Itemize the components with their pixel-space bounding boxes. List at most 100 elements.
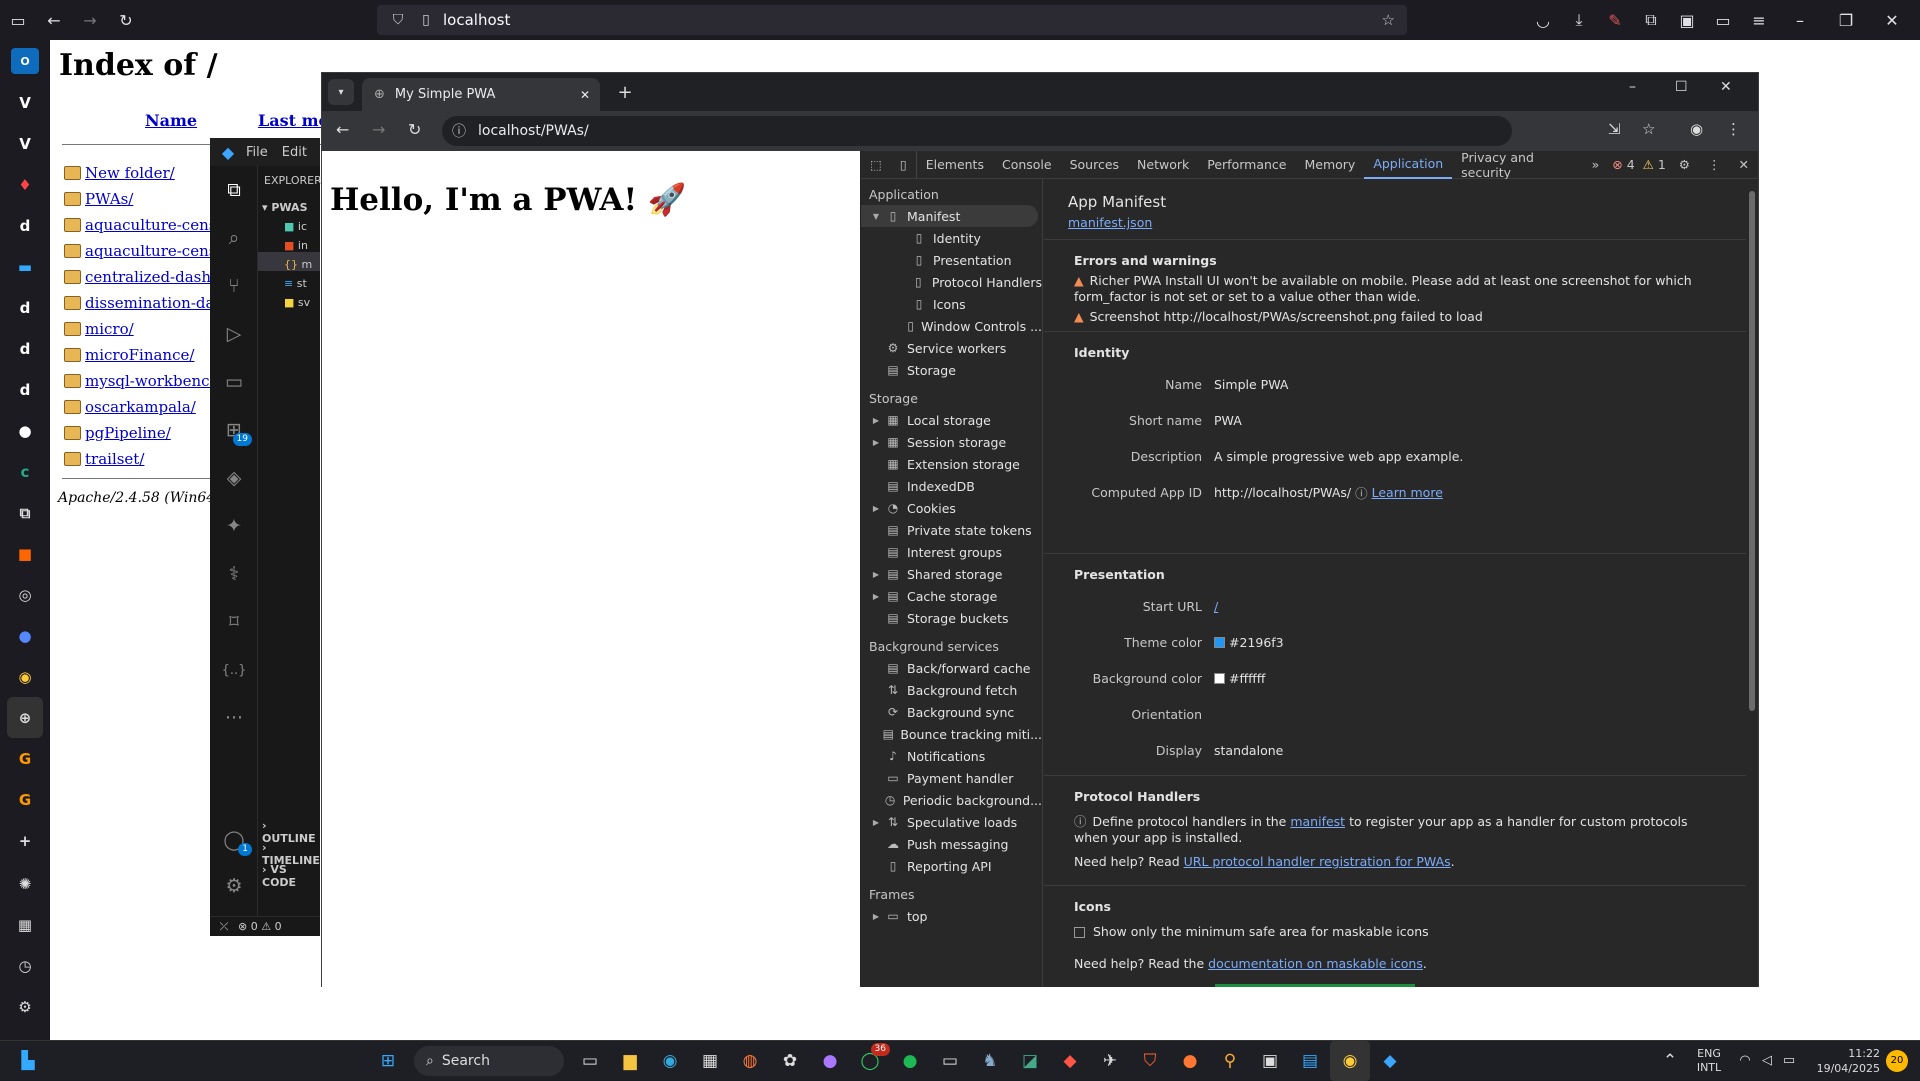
manifest-link[interactable]: manifest bbox=[1290, 814, 1345, 829]
minimize-icon[interactable]: – bbox=[1777, 0, 1823, 40]
docker-icon[interactable]: ◈ bbox=[210, 454, 258, 502]
more-tabs-icon[interactable]: » bbox=[1583, 151, 1609, 179]
d-app-icon[interactable]: d bbox=[0, 369, 50, 410]
vscode-panel[interactable]: › VS CODE bbox=[262, 863, 320, 889]
tab-sources[interactable]: Sources bbox=[1061, 151, 1128, 179]
chatgpt-icon[interactable]: ✿ bbox=[770, 1041, 810, 1081]
volume-icon[interactable]: ◁ bbox=[1756, 1041, 1778, 1081]
expand-arrow-icon[interactable]: ▼ bbox=[869, 212, 883, 221]
search-app-icon[interactable]: ⚲ bbox=[1210, 1041, 1250, 1081]
expand-arrow-icon[interactable]: ▶ bbox=[869, 912, 883, 921]
install-app-icon[interactable]: ⇲ bbox=[1608, 120, 1621, 138]
sidebar-item[interactable]: ▼ ▯ Manifest bbox=[861, 205, 1038, 227]
remote-explorer-icon[interactable]: ▭ bbox=[210, 358, 258, 406]
sidebar-item[interactable]: ▶ ▭ top bbox=[861, 905, 1042, 927]
maskable-checkbox[interactable] bbox=[1074, 927, 1085, 938]
app-icon[interactable]: ■ bbox=[0, 533, 50, 574]
accounts-icon[interactable]: ◯ 1 bbox=[210, 816, 258, 864]
sidebar-item[interactable]: ▯ Identity bbox=[861, 227, 1042, 249]
start-icon[interactable]: ⊞ bbox=[368, 1041, 408, 1081]
sidebar-toggle-icon[interactable]: ▭ bbox=[0, 0, 36, 40]
settings-icon[interactable]: ⚙ bbox=[0, 986, 50, 1027]
minimize-icon[interactable]: – bbox=[1629, 79, 1636, 95]
menu-file[interactable]: File bbox=[246, 145, 268, 160]
devtools-scrollbar[interactable] bbox=[1746, 179, 1758, 987]
bookmark-star-icon[interactable]: ☆ bbox=[1382, 11, 1395, 29]
chrome-icon[interactable]: ◉ bbox=[0, 656, 50, 697]
warning-icon[interactable]: ⚠ bbox=[261, 920, 271, 933]
tab-memory[interactable]: Memory bbox=[1295, 151, 1364, 179]
chrome-omnibox[interactable]: ⓘ localhost/PWAs/ bbox=[442, 116, 1512, 146]
copilot-icon[interactable]: ✦ bbox=[210, 502, 258, 550]
learn-more-link[interactable]: Learn more bbox=[1372, 485, 1443, 500]
file-item[interactable]: ≡ st bbox=[258, 271, 320, 290]
file-item[interactable]: {} m bbox=[258, 252, 320, 271]
app-icon[interactable]: ▬ bbox=[0, 246, 50, 287]
c-app-icon[interactable]: c bbox=[0, 451, 50, 492]
name-column-header[interactable]: Name bbox=[145, 111, 197, 130]
start-url-link[interactable]: / bbox=[1214, 599, 1218, 614]
forward-icon[interactable]: → bbox=[72, 0, 108, 40]
error-icon[interactable]: ⊗ bbox=[238, 920, 247, 933]
vscode-icon[interactable]: ◆ bbox=[1370, 1041, 1410, 1081]
postgres-icon[interactable]: ♞ bbox=[970, 1041, 1010, 1081]
extensions-icon[interactable]: ⊞ 19 bbox=[210, 406, 258, 454]
sidebar-item[interactable]: ♪ Notifications bbox=[861, 745, 1042, 767]
close-icon[interactable]: ✕ bbox=[1869, 0, 1915, 40]
firefox-url-bar[interactable]: ⛉ ▯ localhost ☆ bbox=[377, 5, 1407, 35]
sidebar-item[interactable]: ▤ Interest groups bbox=[861, 541, 1042, 563]
tab-my-simple-pwa[interactable]: ⊕ My Simple PWA ✕ bbox=[362, 78, 600, 111]
tab-console[interactable]: Console bbox=[993, 151, 1061, 179]
source-control-icon[interactable]: ⑂ bbox=[210, 262, 258, 310]
widgets-icon[interactable]: ▙ bbox=[8, 1041, 48, 1081]
site-info-icon[interactable]: ⓘ bbox=[452, 121, 466, 141]
app-icon[interactable]: ▣ bbox=[1250, 1041, 1290, 1081]
profile-icon[interactable]: ◉ bbox=[1690, 120, 1703, 138]
inspect-icon[interactable]: ⬚ bbox=[861, 151, 891, 179]
sidebar-item[interactable]: ▤ IndexedDB bbox=[861, 475, 1042, 497]
maximize-icon[interactable]: ☐ bbox=[1675, 79, 1688, 95]
chrome-icon[interactable]: ◉ bbox=[1330, 1040, 1370, 1081]
flame-icon[interactable]: ♦ bbox=[0, 164, 50, 205]
globe-icon[interactable]: ⊕ bbox=[7, 697, 43, 738]
sidebar-item[interactable]: ▦ Extension storage bbox=[861, 453, 1042, 475]
json-icon[interactable]: {..} bbox=[210, 646, 258, 694]
containers-icon[interactable]: ▣ bbox=[1669, 0, 1705, 40]
sidebar-item[interactable]: ▯ Reporting API bbox=[861, 855, 1042, 877]
add-icon[interactable]: + bbox=[0, 820, 50, 861]
file-item[interactable]: ■ sv bbox=[258, 290, 320, 309]
device-toggle-icon[interactable]: ▯ bbox=[891, 150, 917, 179]
sidebar-item[interactable]: ▯ Presentation bbox=[861, 249, 1042, 271]
postman-icon[interactable]: ● bbox=[1170, 1041, 1210, 1081]
app-icon[interactable]: G bbox=[0, 738, 50, 779]
folder-pwas[interactable]: ▾ PWAS bbox=[258, 187, 320, 214]
edge-icon[interactable]: ◉ bbox=[650, 1041, 690, 1081]
outlook-icon[interactable]: O bbox=[11, 48, 39, 74]
bookmark-star-icon[interactable]: ☆ bbox=[1642, 120, 1655, 138]
taskbar-search[interactable]: ⌕ Search bbox=[414, 1045, 564, 1076]
sidebar-item[interactable]: ▯ Icons bbox=[861, 293, 1042, 315]
sidebar-item[interactable]: ▤ Back/forward cache bbox=[861, 657, 1042, 679]
pocket-icon[interactable]: ◡ bbox=[1525, 0, 1561, 40]
vivaldi-icon[interactable]: V bbox=[0, 123, 50, 164]
restore-icon[interactable]: ❐ bbox=[1823, 0, 1869, 40]
tab-network[interactable]: Network bbox=[1128, 151, 1198, 179]
back-icon[interactable]: ← bbox=[336, 120, 349, 139]
sidebar-item[interactable]: ▶ ⇅ Speculative loads bbox=[861, 811, 1042, 833]
maskable-icons-doc-link[interactable]: documentation on maskable icons bbox=[1208, 956, 1423, 971]
sidebar-item[interactable]: ▭ Payment handler bbox=[861, 767, 1042, 789]
sidebar-item[interactable]: ☁ Push messaging bbox=[861, 833, 1042, 855]
sidebar-item[interactable]: ▶ ▦ Local storage bbox=[861, 409, 1042, 431]
puzzle-icon[interactable]: ⧉ bbox=[0, 492, 50, 533]
reload-icon[interactable]: ↻ bbox=[408, 120, 421, 139]
d-app-icon[interactable]: d bbox=[0, 287, 50, 328]
tab-privacy-security[interactable]: Privacy and security bbox=[1452, 150, 1582, 180]
tab-application[interactable]: Application bbox=[1364, 151, 1453, 179]
close-window-icon[interactable]: ✕ bbox=[1720, 79, 1732, 95]
back-icon[interactable]: ← bbox=[36, 0, 72, 40]
close-tab-icon[interactable]: ✕ bbox=[580, 88, 590, 102]
sidebar-item[interactable]: ⟳ Background sync bbox=[861, 701, 1042, 723]
d-app-icon[interactable]: d bbox=[0, 328, 50, 369]
github-desktop-icon[interactable]: ● bbox=[810, 1041, 850, 1081]
python-icon[interactable]: ⚕ bbox=[210, 550, 258, 598]
